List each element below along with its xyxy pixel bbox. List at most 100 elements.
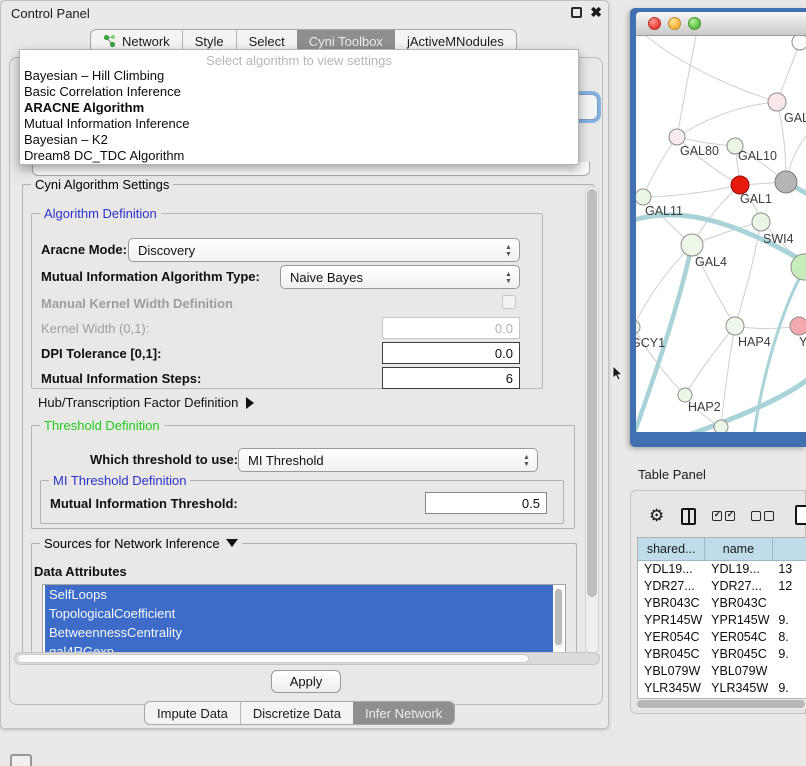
mi-algorithm-type-combo[interactable]: Naive Bayes ▲▼: [280, 265, 520, 289]
kernel-width-label: Kernel Width (0,1):: [41, 321, 149, 336]
node-gal2[interactable]: [768, 93, 786, 111]
node-pink[interactable]: [790, 317, 806, 335]
node-gcy1[interactable]: [636, 320, 640, 334]
document-icon[interactable]: [795, 505, 806, 525]
node-label: SWI4: [763, 232, 794, 246]
threshold-definition-title: Threshold Definition: [40, 418, 164, 433]
node-label: HAP4: [738, 335, 771, 349]
kernel-width-field[interactable]: 0.0: [382, 317, 520, 339]
dropdown-item[interactable]: Mutual Information Inference: [20, 116, 578, 132]
node-hap4[interactable]: [726, 317, 744, 335]
scrollbar-thumb[interactable]: [17, 654, 529, 663]
close-traffic-light-icon[interactable]: [648, 17, 661, 30]
gear-icon[interactable]: ⚙: [649, 506, 664, 526]
table-row[interactable]: YLR345WYLR345W9.: [638, 680, 806, 697]
zoom-traffic-light-icon[interactable]: [688, 17, 701, 30]
float-window-icon[interactable]: [571, 7, 582, 18]
algorithm-definition-group: Algorithm Definition Aracne Mode: Discov…: [31, 213, 543, 389]
node-unlabeled[interactable]: [792, 36, 806, 50]
algorithm-dropdown-popup: Select algorithm to view settings Bayesi…: [19, 49, 579, 165]
tab-infer-network[interactable]: Infer Network: [353, 702, 454, 724]
settings-horizontal-scrollbar[interactable]: [14, 652, 600, 665]
combo-arrows-icon: ▲▼: [504, 242, 513, 260]
cyni-mode-tabbar: Impute Data Discretize Data Infer Networ…: [144, 701, 455, 725]
list-vertical-scrollbar[interactable]: [554, 588, 563, 648]
mi-steps-label: Mutual Information Steps:: [41, 371, 201, 386]
algorithm-definition-title: Algorithm Definition: [40, 206, 161, 221]
minimize-traffic-light-icon[interactable]: [668, 17, 681, 30]
node-gal11[interactable]: [636, 189, 651, 205]
manual-kernel-width-label: Manual Kernel Width Definition: [41, 296, 233, 311]
mi-threshold-label: Mutual Information Threshold:: [50, 496, 238, 511]
table-row[interactable]: YDR27...YDR27...12: [638, 578, 806, 595]
select-all-icon[interactable]: [712, 511, 735, 521]
close-icon[interactable]: ✖: [590, 4, 602, 21]
scrollbar-thumb[interactable]: [637, 700, 805, 708]
table-row[interactable]: YBR045CYBR045C9.: [638, 646, 806, 663]
table-row[interactable]: YBL079WYBL079W: [638, 663, 806, 680]
expand-right-icon: [246, 397, 254, 409]
apply-button[interactable]: Apply: [271, 670, 341, 693]
table-panel-header: Table Panel: [630, 461, 806, 487]
dropdown-item[interactable]: Dream8 DC_TDC Algorithm: [20, 148, 578, 164]
dropdown-item[interactable]: Bayesian – Hill Climbing: [20, 68, 578, 84]
mouse-cursor: [612, 366, 623, 382]
mi-threshold-definition-group: MI Threshold Definition Mutual Informati…: [40, 480, 564, 524]
cyni-algorithm-settings-group: Cyni Algorithm Settings Algorithm Defini…: [22, 184, 594, 656]
cyni-algorithm-settings-title: Cyni Algorithm Settings: [31, 177, 173, 192]
threshold-definition-group: Threshold Definition Which threshold to …: [31, 425, 575, 529]
table-panel-window: ⚙ shared... name YDL19...YDL19...13 YDR2…: [630, 490, 806, 714]
settings-vertical-scrollbar[interactable]: [585, 186, 599, 654]
sources-title[interactable]: Sources for Network Inference: [40, 536, 242, 551]
column-header-partial[interactable]: [773, 538, 806, 560]
table-row[interactable]: YDL19...YDL19...13: [638, 561, 806, 578]
column-header-name[interactable]: name: [705, 538, 772, 560]
dropdown-item[interactable]: Bayesian – K2: [20, 132, 578, 148]
list-item[interactable]: SelfLoops: [45, 585, 553, 604]
which-threshold-combo[interactable]: MI Threshold ▲▼: [238, 448, 538, 472]
table-row[interactable]: YPR145WYPR145W9.: [638, 612, 806, 629]
aracne-mode-combo[interactable]: Discovery ▲▼: [128, 238, 520, 262]
tab-discretize-data[interactable]: Discretize Data: [240, 702, 353, 724]
list-item[interactable]: TopologicalCoefficient: [45, 604, 553, 623]
data-attributes-label: Data Attributes: [34, 564, 127, 579]
which-threshold-label: Which threshold to use:: [90, 452, 238, 467]
mi-algorithm-type-label: Mutual Information Algorithm Type:: [41, 269, 260, 284]
columns-icon[interactable]: [681, 508, 696, 525]
control-panel-window: Control Panel ✖ Network Style Select Cyn…: [0, 0, 609, 729]
collapse-down-icon: [226, 539, 238, 547]
list-item[interactable]: BetweennessCentrality: [45, 623, 553, 642]
column-header-shared-name[interactable]: shared...: [638, 538, 705, 560]
node-gal4[interactable]: [681, 234, 703, 256]
network-graph-icon: [103, 34, 116, 48]
data-attributes-list[interactable]: SelfLoops TopologicalCoefficient Between…: [42, 584, 566, 654]
table-horizontal-scrollbar[interactable]: [637, 699, 806, 709]
scrollbar-thumb[interactable]: [555, 589, 562, 645]
node-gal80[interactable]: [669, 129, 685, 145]
deselect-all-icon[interactable]: [751, 511, 774, 521]
scrollbar-thumb[interactable]: [587, 189, 597, 597]
combo-arrows-icon: ▲▼: [504, 269, 513, 287]
dpi-tolerance-field[interactable]: 0.0: [382, 342, 520, 364]
table-panel-title: Table Panel: [638, 467, 706, 482]
mi-threshold-field[interactable]: 0.5: [425, 492, 547, 514]
hub-transcription-factor-toggle[interactable]: Hub/Transcription Factor Definition: [38, 395, 254, 410]
dropdown-item[interactable]: Basic Correlation Inference: [20, 84, 578, 100]
mi-steps-field[interactable]: 6: [382, 367, 520, 389]
table-row[interactable]: YBR043CYBR043C: [638, 595, 806, 612]
mi-threshold-definition-title: MI Threshold Definition: [49, 473, 190, 488]
dropdown-prompt: Select algorithm to view settings: [20, 50, 578, 68]
tab-impute-data[interactable]: Impute Data: [145, 702, 240, 724]
table-row[interactable]: YER054CYER054C8.: [638, 629, 806, 646]
node-swi4[interactable]: [752, 213, 770, 231]
control-panel-titlebar: Control Panel ✖: [1, 1, 608, 25]
dropdown-item-selected[interactable]: ARACNE Algorithm: [20, 100, 578, 116]
sources-group: Sources for Network Inference Data Attri…: [31, 543, 577, 656]
node-label: GCY1: [636, 336, 665, 350]
node-gray[interactable]: [775, 171, 797, 193]
network-canvas[interactable]: GAL GAL80 GAL10 GAL1 GAL11 SWI4 GAL4 GCY…: [636, 36, 806, 432]
node-unlabeled[interactable]: [714, 420, 728, 432]
partial-footer-icon[interactable]: [10, 754, 32, 766]
manual-kernel-width-checkbox[interactable]: [502, 295, 516, 309]
node-table: shared... name YDL19...YDL19...13 YDR27.…: [637, 537, 806, 699]
